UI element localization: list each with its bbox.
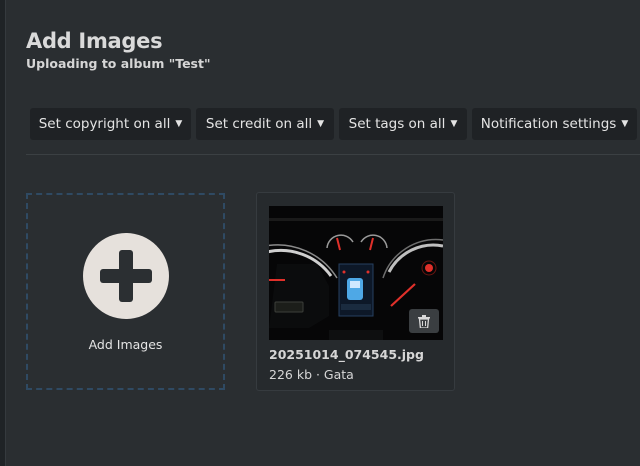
- upload-filename: 20251014_074545.jpg: [269, 347, 424, 362]
- set-copyright-button[interactable]: Set copyright on all ▼: [30, 108, 191, 140]
- delete-image-button[interactable]: [409, 309, 439, 333]
- page-subtitle: Uploading to album "Test": [26, 56, 211, 71]
- plus-icon: [83, 233, 169, 319]
- upload-card: 20251014_074545.jpg 226 kb · Gata: [256, 192, 455, 391]
- page-title: Add Images: [26, 29, 163, 53]
- set-tags-button[interactable]: Set tags on all ▼: [339, 108, 467, 140]
- caret-down-icon: ▼: [317, 119, 325, 129]
- add-images-label: Add Images: [88, 337, 163, 352]
- trash-icon: [418, 314, 430, 328]
- upload-meta: 226 kb · Gata: [269, 367, 354, 382]
- caret-down-icon: ▼: [621, 119, 629, 129]
- image-thumbnail: [269, 206, 443, 340]
- caret-down-icon: ▼: [450, 119, 458, 129]
- add-images-panel: Add Images Uploading to album "Test" Set…: [5, 0, 640, 466]
- toolbar-divider: [26, 154, 640, 155]
- set-copyright-label: Set copyright on all: [38, 116, 171, 132]
- set-credit-label: Set credit on all: [205, 116, 313, 132]
- set-tags-label: Set tags on all: [348, 116, 446, 132]
- set-credit-button[interactable]: Set credit on all ▼: [196, 108, 334, 140]
- caret-down-icon: ▼: [175, 119, 183, 129]
- add-images-dropzone[interactable]: Add Images: [26, 193, 225, 390]
- notification-settings-button[interactable]: Notification settings ▼: [472, 108, 637, 140]
- notification-settings-label: Notification settings: [480, 116, 617, 132]
